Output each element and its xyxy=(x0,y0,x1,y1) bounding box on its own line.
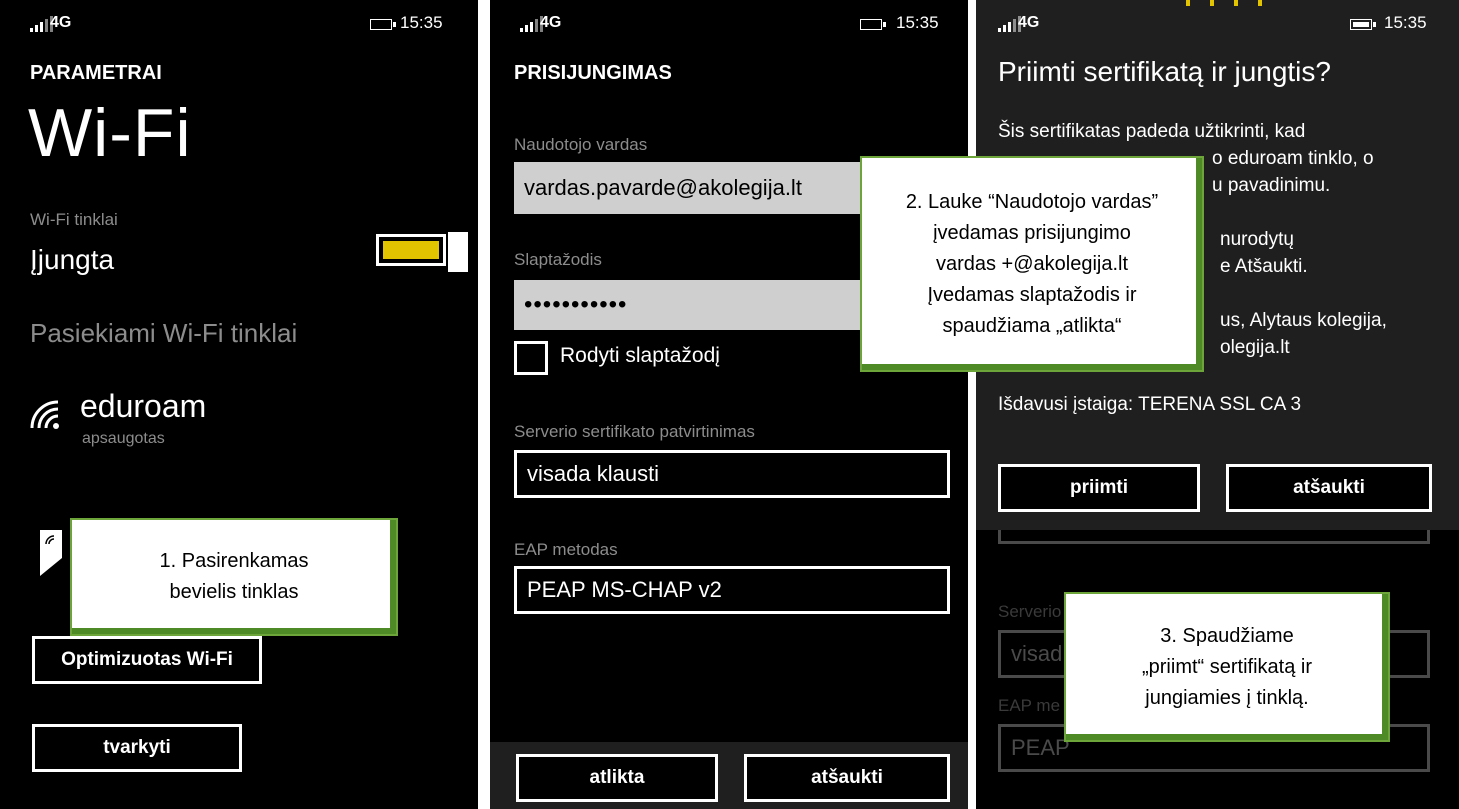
callout-line: 1. Pasirenkamas xyxy=(159,550,309,572)
password-label: Slaptažodis xyxy=(514,250,602,269)
wifi-secured-icon xyxy=(30,400,59,429)
status-bar: 4G 15:35 xyxy=(490,13,968,38)
username-label: Naudotojo vardas xyxy=(514,135,648,154)
callout-line: „priimt“ sertifikatą ir xyxy=(1141,655,1312,678)
eap-label: EAP metodas xyxy=(514,540,618,559)
toggle-fill xyxy=(383,241,439,259)
accept-button[interactable]: priimti xyxy=(998,464,1200,512)
callout-line: Įvedamas slaptažodis ir xyxy=(927,283,1137,306)
battery-charging-icon xyxy=(860,19,886,30)
network-name: eduroam xyxy=(80,388,207,424)
callout-line: 3. Spaudžiame xyxy=(1160,624,1294,647)
page-title: Wi-Fi xyxy=(28,95,192,171)
cancel-button[interactable]: atšaukti xyxy=(1226,464,1432,512)
screen-login: 4G 15:35 PRISIJUNGIMAS Naudotojo vardas … xyxy=(490,0,968,809)
clock: 15:35 xyxy=(400,13,443,32)
eap-select[interactable]: PEAP MS-CHAP v2 xyxy=(514,566,950,614)
callout-line: įvedamas prisijungimo xyxy=(933,221,1131,244)
wifi-networks-label: Wi-Fi tinklai xyxy=(30,210,118,229)
toggle-track xyxy=(376,234,446,266)
bg-cert-value: visad xyxy=(1011,641,1063,666)
wifi-toggle[interactable] xyxy=(376,232,468,272)
clock: 15:35 xyxy=(896,13,939,32)
toggle-thumb xyxy=(448,232,468,272)
bg-eap-label: EAP me xyxy=(998,696,1061,715)
callout-line: bevielis tinklas xyxy=(169,581,299,603)
cert-label: Serverio sertifikato patvirtinimas xyxy=(514,422,755,441)
show-password-label: Rodyti slaptažodį xyxy=(560,344,720,367)
body-line: Šis sertifikatas padeda užtikrinti, kad xyxy=(998,121,1306,142)
section-title: PRISIJUNGIMAS xyxy=(514,62,672,84)
network-type: 4G xyxy=(50,14,72,31)
available-networks-label: Pasiekiami Wi-Fi tinklai xyxy=(30,318,298,348)
battery-charging-icon xyxy=(370,19,396,30)
wifi-state: Įjungta xyxy=(30,244,115,275)
network-type: 4G xyxy=(540,14,562,31)
note-icon xyxy=(40,530,62,576)
network-item-eduroam[interactable]: eduroam apsaugotas xyxy=(28,388,328,452)
bg-eap-value: PEAP xyxy=(1011,735,1070,760)
show-password-checkbox[interactable] xyxy=(514,341,548,375)
callout-step-3: 3. Spaudžiame „priimt“ sertifikatą ir ju… xyxy=(1064,592,1390,742)
callout-line: jungiamies į tinklą. xyxy=(1145,686,1309,709)
status-bar: 4G 15:35 xyxy=(976,13,1459,38)
callout-line: vardas +@akolegija.lt xyxy=(935,252,1129,275)
battery-icon xyxy=(1350,19,1376,30)
callout-line: spaudžiama „atlikta“ xyxy=(942,314,1122,337)
network-type: 4G xyxy=(1018,14,1040,31)
network-status: apsaugotas xyxy=(82,430,165,447)
callout-line: 2. Lauke “Naudotojo vardas” xyxy=(905,190,1159,213)
yellow-marks xyxy=(1186,0,1266,6)
cert-select[interactable]: visada klausti xyxy=(514,450,950,498)
cancel-button[interactable]: atšaukti xyxy=(744,754,950,802)
callout-step-1: 1. Pasirenkamas bevielis tinklas xyxy=(70,518,398,636)
optimized-wifi-button[interactable]: Optimizuotas Wi-Fi xyxy=(32,636,262,684)
screen-wifi-settings: 4G 15:35 PARAMETRAI Wi-Fi Wi-Fi tinklai … xyxy=(0,0,478,809)
clock: 15:35 xyxy=(1384,13,1427,32)
manage-button[interactable]: tvarkyti xyxy=(32,724,242,772)
issuer-text: Išdavusi įstaiga: TERENA SSL CA 3 xyxy=(998,394,1302,415)
done-button[interactable]: atlikta xyxy=(516,754,718,802)
status-bar: 4G 15:35 xyxy=(0,13,478,38)
dialog-title: Priimti sertifikatą ir jungtis? xyxy=(998,56,1331,87)
section-title: PARAMETRAI xyxy=(30,62,162,84)
callout-step-2: 2. Lauke “Naudotojo vardas” įvedamas pri… xyxy=(860,156,1204,372)
